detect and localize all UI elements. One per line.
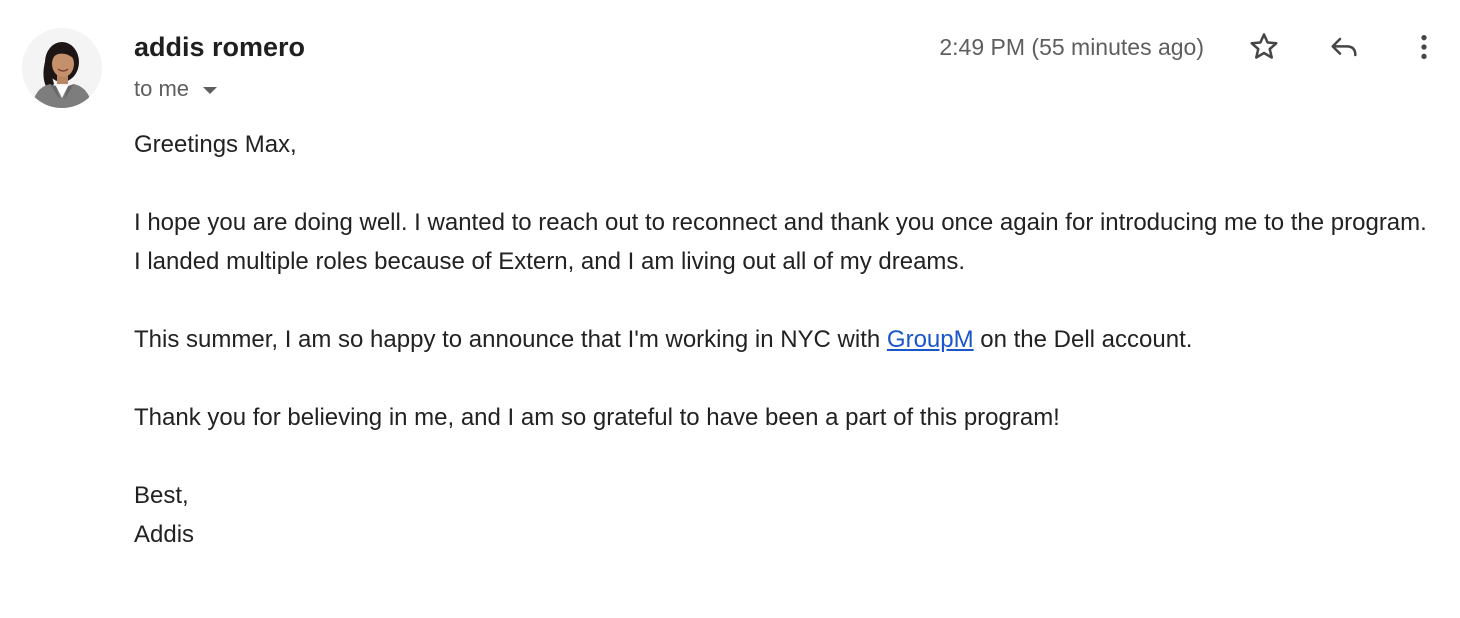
sender-avatar[interactable] [22,28,102,108]
more-options-button[interactable] [1404,27,1444,67]
body-paragraph: I hope you are doing well. I wanted to r… [134,209,1427,275]
star-button[interactable] [1244,27,1284,67]
paragraph-text: on the Dell account. [973,326,1193,353]
reply-button[interactable] [1324,27,1364,67]
body-paragraph: Thank you for believing in me, and I am … [134,404,1060,431]
recipient-label: to me [134,76,190,101]
more-vert-icon [1421,35,1427,59]
star-outline-icon [1250,33,1278,59]
paragraph-text: This summer, I am so happy to announce t… [134,326,887,353]
groupm-link[interactable]: GroupM [887,326,974,353]
body-paragraph: This summer, I am so happy to announce t… [134,320,1434,359]
message-timestamp: 2:49 PM (55 minutes ago) [939,34,1204,60]
message-body: Greetings Max, I hope you are doing well… [134,125,1434,554]
closing: Best, [134,482,189,509]
recipient-details-toggle[interactable]: to me [134,74,218,104]
chevron-down-icon[interactable] [203,86,218,94]
reply-icon [1331,37,1357,57]
sender-name[interactable]: addis romero [134,30,305,64]
profile-photo [22,28,102,108]
greeting: Greetings Max, [134,131,297,158]
signature: Addis [134,521,195,548]
